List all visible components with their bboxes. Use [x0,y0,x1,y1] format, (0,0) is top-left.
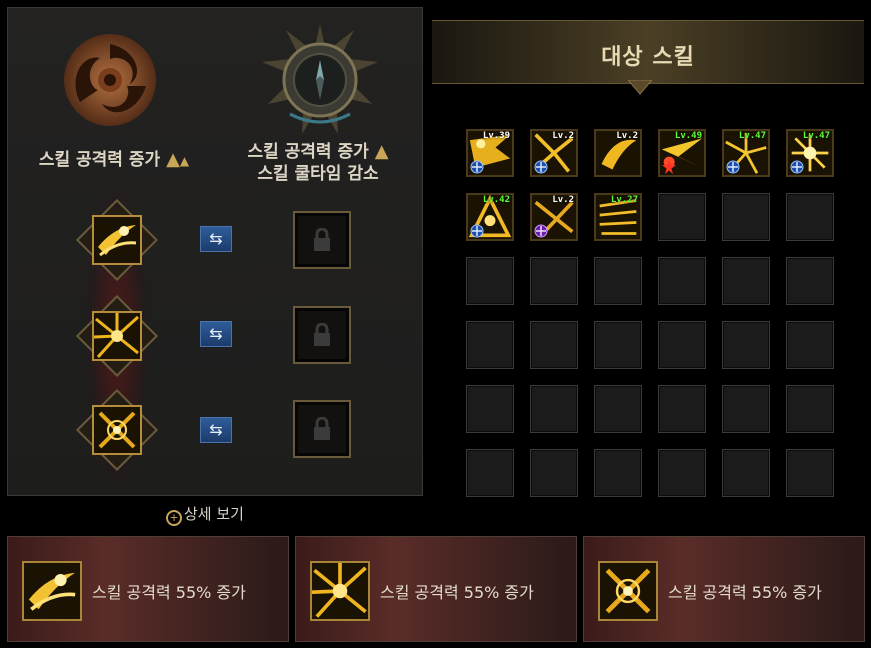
effect-card-text: 스킬 공격력 55% 증가 [668,583,822,602]
skill-cross-icon [92,405,142,455]
attack-increase-title: 스킬 공격력 증가 ▲▲ [14,149,214,172]
target-skill-slot[interactable]: Lv.49 [658,129,706,177]
swap-button-2[interactable]: ⇆ [200,321,232,347]
blue-crosshair-icon [470,159,484,174]
empty-skill-slot[interactable] [786,449,834,497]
skill-cross-icon [598,561,658,621]
lock-icon [314,417,330,440]
blue-crosshair-icon [790,159,804,174]
skill-slash-icon [22,561,82,621]
empty-skill-slot[interactable] [658,257,706,305]
skill-level-label: Lv.2 [552,131,574,141]
target-skill-title: 대상 스킬 [601,45,695,70]
target-skill-slot[interactable]: Lv.39 [466,129,514,177]
cooldown-decrease-label: 스킬 쿨타임 감소 [257,164,379,184]
attack-cooldown-title: 스킬 공격력 증가 ▲ 스킬 쿨타임 감소 [223,141,413,185]
empty-skill-slot[interactable] [786,385,834,433]
skill-level-label: Lv.39 [482,131,510,141]
lock-icon [314,228,330,251]
skill-level-label: Lv.2 [552,195,574,205]
compass-emblem-icon [262,24,378,134]
empty-skill-slot[interactable] [722,257,770,305]
empty-skill-slot[interactable] [530,321,578,369]
header-chevron-icon [628,80,652,95]
effect-card-text: 스킬 공격력 55% 증가 [380,583,534,602]
target-skill-slot[interactable]: Lv.42 [466,193,514,241]
lock-icon [314,323,330,346]
blue-crosshair-icon [534,159,548,174]
arrow-up-icon: ▲ [374,141,389,162]
target-skill-header: 대상 스킬 [432,20,864,84]
locked-slot-3 [293,400,351,458]
swap-button-3[interactable]: ⇆ [200,417,232,443]
enhance-slot-2[interactable] [75,294,159,378]
attack-increase-label: 스킬 공격력 증가 [38,150,161,170]
empty-skill-slot[interactable] [466,385,514,433]
skill-level-label: Lv.49 [674,131,702,141]
target-skill-grid: Lv.39 Lv.2 Lv.2 Lv.49 Lv.47 Lv.47 Lv.42 Lv.2 Lv.… [466,129,836,501]
empty-skill-slot[interactable] [530,385,578,433]
skill-level-label: Lv.47 [802,131,830,141]
empty-skill-slot[interactable] [658,321,706,369]
empty-skill-slot[interactable] [722,449,770,497]
empty-skill-slot[interactable] [722,193,770,241]
empty-skill-slot[interactable] [722,321,770,369]
empty-skill-slot[interactable] [466,321,514,369]
skill-burst-icon [92,311,142,361]
target-skill-slot[interactable]: Lv.2 [530,129,578,177]
detail-view-label: 상세 보기 [184,505,244,523]
effect-card-3: 스킬 공격력 55% 증가 [583,536,865,642]
target-skill-slot[interactable]: Lv.2 [594,129,642,177]
detail-view-link[interactable]: + 상세 보기 [166,503,244,526]
swap-button-1[interactable]: ⇆ [200,226,232,252]
blue-crosshair-icon [726,159,740,174]
arrow-up-small-icon: ▲ [179,154,190,168]
red-star-icon [662,159,676,174]
locked-slot-2 [293,306,351,364]
arrow-up-icon: ▲ [166,149,180,170]
empty-skill-slot[interactable] [594,449,642,497]
blue-crosshair-icon [470,223,484,238]
skill-level-label: Lv.27 [610,195,638,205]
enhance-slot-1[interactable] [75,198,159,282]
empty-skill-slot[interactable] [530,257,578,305]
skill-level-label: Lv.42 [482,195,510,205]
empty-skill-slot[interactable] [594,385,642,433]
zoom-in-icon: + [166,510,182,526]
skill-level-label: Lv.47 [738,131,766,141]
empty-skill-slot[interactable] [466,257,514,305]
attack-swirl-emblem-icon [64,34,156,126]
empty-skill-slot[interactable] [594,257,642,305]
skill-burst-icon [310,561,370,621]
effect-card-2: 스킬 공격력 55% 증가 [295,536,577,642]
skill-level-label: Lv.2 [616,131,638,141]
empty-skill-slot[interactable] [530,449,578,497]
target-skill-slot[interactable]: Lv.2 [530,193,578,241]
empty-skill-slot[interactable] [466,449,514,497]
effect-card-text: 스킬 공격력 55% 증가 [92,583,246,602]
empty-skill-slot[interactable] [786,257,834,305]
empty-skill-slot[interactable] [658,449,706,497]
effect-card-1: 스킬 공격력 55% 증가 [7,536,289,642]
attack-increase-label-2: 스킬 공격력 증가 [247,142,369,162]
locked-slot-1 [293,211,351,269]
enhance-slot-3[interactable] [75,388,159,472]
empty-skill-slot[interactable] [722,385,770,433]
empty-skill-slot[interactable] [658,385,706,433]
skill-enhance-panel: 스킬 공격력 증가 ▲▲ 스킬 공격력 증가 ▲ 스킬 쿨타임 감소 ⇆ ⇆ ⇆ [7,7,423,496]
empty-skill-slot[interactable] [786,193,834,241]
empty-skill-slot[interactable] [658,193,706,241]
target-skill-slot[interactable]: Lv.27 [594,193,642,241]
target-skill-slot[interactable]: Lv.47 [722,129,770,177]
target-skill-slot[interactable]: Lv.47 [786,129,834,177]
skill-slash-icon [92,215,142,265]
empty-skill-slot[interactable] [594,321,642,369]
purple-crosshair-icon [534,223,548,238]
empty-skill-slot[interactable] [786,321,834,369]
